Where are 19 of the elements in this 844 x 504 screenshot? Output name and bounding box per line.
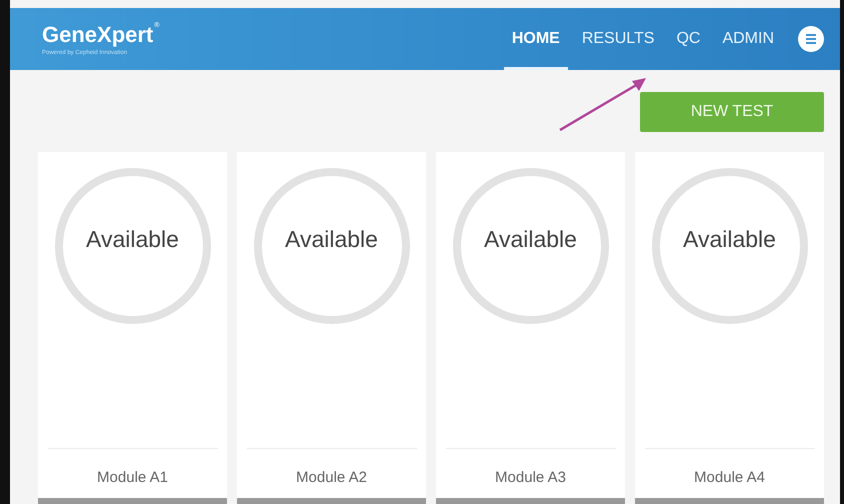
module-card[interactable]: Available Module A4 <box>635 152 824 504</box>
new-test-button[interactable]: NEW TEST <box>640 92 824 132</box>
module-status: Available <box>85 226 180 253</box>
module-name: Module A3 <box>446 448 616 492</box>
logo-text: GeneXpert <box>42 22 154 48</box>
module-status: Available <box>483 226 578 253</box>
module-status: Available <box>284 226 379 253</box>
module-card[interactable]: Available Module A2 <box>237 152 426 504</box>
nav-tab[interactable]: HOME <box>504 11 568 70</box>
nav-tab[interactable]: ADMIN <box>714 11 782 70</box>
nav-tab[interactable]: RESULTS <box>574 11 662 70</box>
module-card[interactable]: Available Module A3 <box>436 152 625 504</box>
module-name: Module A2 <box>246 448 416 492</box>
module-name: Module A4 <box>644 448 814 492</box>
module-card[interactable]: Available Module A1 <box>38 152 227 504</box>
nav-tab[interactable]: QC <box>668 11 708 70</box>
module-status: Available <box>682 226 777 253</box>
module-name: Module A1 <box>48 448 218 492</box>
menu-icon[interactable] <box>798 26 824 52</box>
